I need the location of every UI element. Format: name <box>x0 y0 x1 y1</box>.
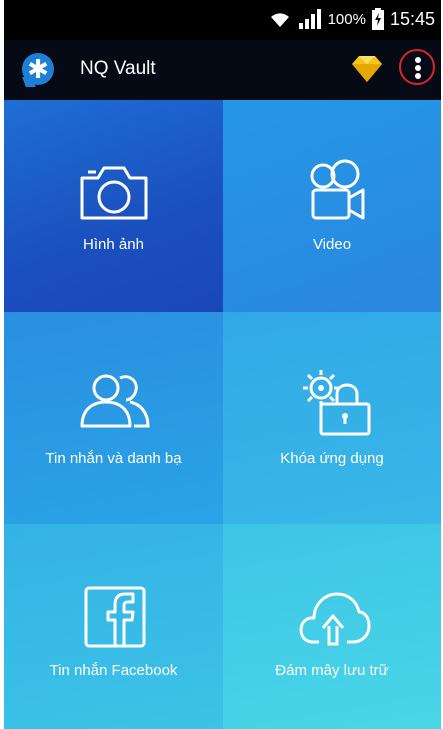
facebook-icon <box>84 586 146 648</box>
clock: 15:45 <box>389 8 435 29</box>
tile-facebook-messages[interactable]: Tin nhắn Facebook <box>4 524 223 729</box>
tile-label: Tin nhắn Facebook <box>49 662 178 679</box>
phone-screen: 100% 15:45 ✱ NQ Vault Hình ảnh Video Tin… <box>4 0 441 729</box>
battery-icon <box>371 8 384 30</box>
tile-cloud-storage[interactable]: Đám mây lưu trữ <box>223 524 441 729</box>
app-bar: ✱ NQ Vault <box>4 40 441 100</box>
signal-icon <box>298 9 322 29</box>
feature-grid: Hình ảnh Video Tin nhắn và danh bạ Khóa … <box>4 100 441 729</box>
contacts-icon <box>80 374 150 428</box>
status-bar: 100% 15:45 <box>4 0 441 40</box>
tile-label: Tin nhắn và danh bạ <box>45 450 182 467</box>
vault-asterisk-icon: ✱ <box>22 53 54 87</box>
tile-app-lock[interactable]: Khóa ứng dụng <box>223 312 441 524</box>
tile-photos[interactable]: Hình ảnh <box>4 100 223 312</box>
wifi-icon <box>268 9 292 29</box>
battery-percent: 100% <box>327 10 366 28</box>
app-lock-icon <box>303 370 371 436</box>
camera-icon <box>80 166 148 220</box>
tile-label: Video <box>312 236 352 253</box>
app-title: NQ Vault <box>80 58 156 79</box>
more-vert-icon[interactable] <box>399 49 435 85</box>
cloud-upload-icon <box>299 592 371 646</box>
tile-label: Đám mây lưu trữ <box>275 662 389 679</box>
diamond-icon[interactable] <box>350 55 384 88</box>
tile-video[interactable]: Video <box>223 100 441 312</box>
tile-label: Hình ảnh <box>83 236 144 253</box>
video-camera-icon <box>310 159 365 220</box>
tile-messages-contacts[interactable]: Tin nhắn và danh bạ <box>4 312 223 524</box>
tile-label: Khóa ứng dụng <box>280 450 384 467</box>
